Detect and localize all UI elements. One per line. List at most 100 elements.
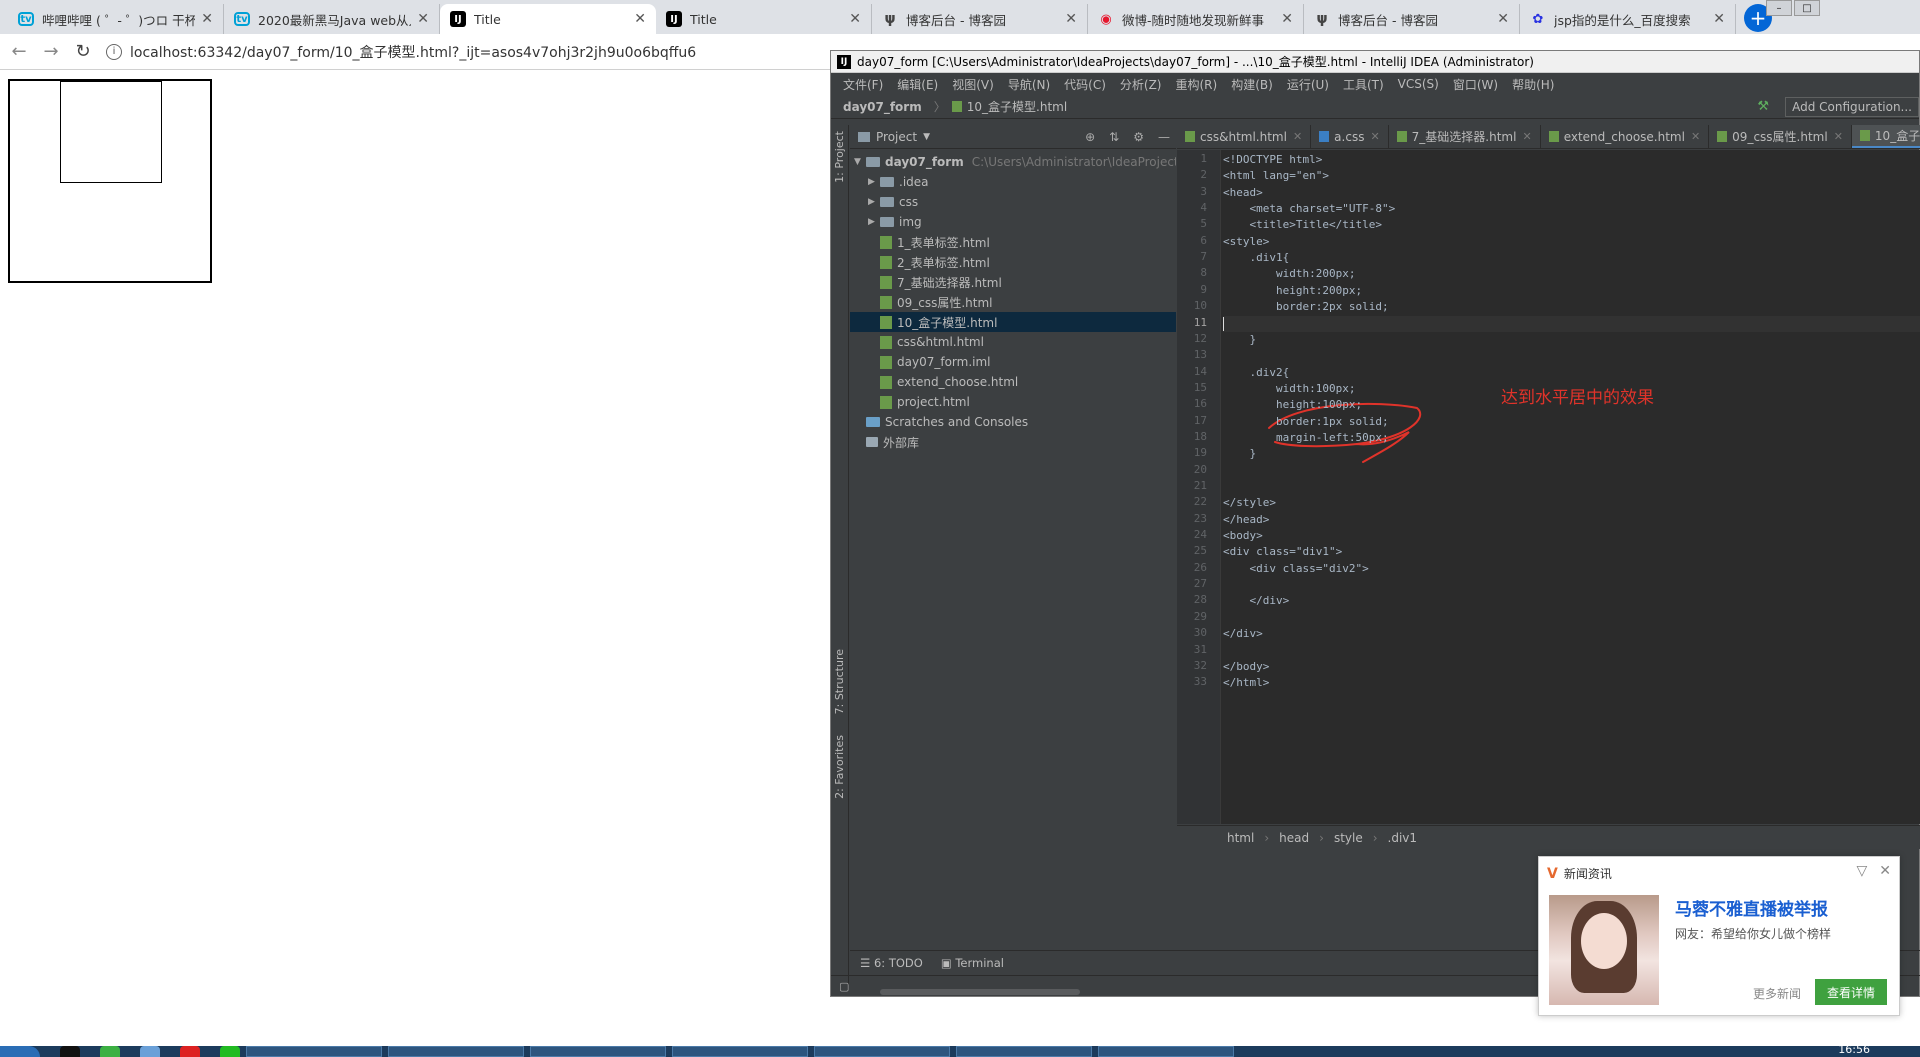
- tree-item[interactable]: ▶ .idea: [850, 172, 1176, 192]
- taskbar-window[interactable]: [956, 1046, 1092, 1057]
- close-tab-icon[interactable]: ✕: [1713, 11, 1725, 27]
- tree-item[interactable]: ▼ day07_form C:\Users\Administrator\IdeaPr…: [850, 152, 1176, 172]
- taskbar-window[interactable]: [246, 1046, 382, 1057]
- menu-item[interactable]: 文件(F): [843, 76, 883, 93]
- close-tab-icon[interactable]: ✕: [634, 11, 646, 27]
- tree-arrow-icon[interactable]: ▶: [868, 177, 880, 187]
- menu-item[interactable]: 帮助(H): [1512, 76, 1554, 93]
- back-button[interactable]: ←: [6, 39, 32, 65]
- favorites-tool-tab[interactable]: 2: Favorites: [833, 735, 846, 799]
- info-icon[interactable]: i: [106, 43, 122, 60]
- tree-item[interactable]: 1_表单标签.html: [850, 232, 1176, 252]
- nav-project[interactable]: day07_form: [843, 100, 922, 114]
- close-tab-icon[interactable]: ✕: [1281, 11, 1293, 27]
- tree-item[interactable]: day07_form.iml: [850, 352, 1176, 372]
- app-icon[interactable]: [140, 1046, 160, 1057]
- tree-arrow-icon[interactable]: ▶: [868, 217, 880, 227]
- tree-item[interactable]: project.html: [850, 392, 1176, 412]
- tree-item[interactable]: extend_choose.html: [850, 372, 1176, 392]
- close-tab-icon[interactable]: ✕: [417, 11, 429, 27]
- app-icon-red[interactable]: [180, 1046, 200, 1057]
- taskbar-window[interactable]: [388, 1046, 524, 1057]
- editor-tab[interactable]: extend_choose.html ✕: [1541, 125, 1710, 148]
- code-line[interactable]: width:100px;: [1223, 381, 1920, 397]
- tree-item[interactable]: 7_基础选择器.html: [850, 272, 1176, 292]
- locate-icon[interactable]: ⊕: [1085, 130, 1095, 144]
- browser-tab[interactable]: ψ 博客后台 - 博客园 ✕: [872, 4, 1088, 34]
- gear-icon[interactable]: ⚙: [1133, 130, 1144, 144]
- taskbar-window[interactable]: [814, 1046, 950, 1057]
- code-line[interactable]: height:200px;: [1223, 283, 1920, 299]
- taskbar-window[interactable]: [530, 1046, 666, 1057]
- maximize-button[interactable]: □: [1794, 0, 1820, 16]
- close-tab-icon[interactable]: ✕: [1497, 11, 1509, 27]
- close-tab-icon[interactable]: ✕: [1834, 130, 1843, 143]
- project-panel-title[interactable]: Project: [876, 130, 917, 144]
- tree-item[interactable]: Scratches and Consoles: [850, 412, 1176, 432]
- code-line[interactable]: border:2px solid;: [1223, 299, 1920, 315]
- collapse-popup-icon[interactable]: ▽: [1856, 863, 1867, 879]
- menu-item[interactable]: 运行(U): [1287, 76, 1329, 93]
- tree-arrow-icon[interactable]: ▶: [868, 197, 880, 207]
- todo-tool-tab[interactable]: ☰ 6: TODO: [860, 956, 923, 970]
- project-tool-tab[interactable]: 1: Project: [833, 131, 846, 183]
- menu-item[interactable]: 窗口(W): [1453, 76, 1498, 93]
- start-button[interactable]: [0, 1046, 40, 1057]
- close-tab-icon[interactable]: ✕: [849, 11, 861, 27]
- build-hammer-icon[interactable]: ⚒: [1757, 99, 1769, 114]
- code-line[interactable]: [1223, 315, 1920, 332]
- taskbar-window[interactable]: [1098, 1046, 1234, 1057]
- code-line[interactable]: <body>: [1223, 528, 1920, 544]
- close-tab-icon[interactable]: ✕: [1370, 130, 1379, 143]
- code-line[interactable]: <meta charset="UTF-8">: [1223, 201, 1920, 217]
- news-title-link[interactable]: 马蓉不雅直播被举报: [1675, 895, 1828, 920]
- browser-tab[interactable]: IJ Title ✕: [656, 4, 872, 34]
- browser-tab[interactable]: IJ Title ✕: [440, 4, 656, 34]
- collapse-icon[interactable]: ⇅: [1109, 130, 1119, 144]
- browser-tab[interactable]: tv 2020最新黑马Java web从入门 ✕: [224, 4, 440, 34]
- code-line[interactable]: .div1{: [1223, 250, 1920, 266]
- url-field[interactable]: i localhost:63342/day07_form/10_盒子模型.htm…: [106, 38, 806, 66]
- menu-item[interactable]: VCS(S): [1398, 77, 1439, 91]
- layout-icon[interactable]: ▢: [839, 980, 849, 993]
- menu-item[interactable]: 分析(Z): [1120, 76, 1162, 93]
- editor-tab[interactable]: a.css ✕: [1311, 125, 1389, 148]
- editor-breadcrumb-item[interactable]: html: [1227, 831, 1254, 845]
- code-line[interactable]: [1223, 643, 1920, 659]
- code-line[interactable]: <div class="div1">: [1223, 544, 1920, 560]
- close-tab-icon[interactable]: ✕: [201, 11, 213, 27]
- chevron-down-icon[interactable]: ▼: [923, 132, 930, 142]
- tree-item[interactable]: 10_盒子模型.html: [850, 312, 1176, 332]
- tree-item[interactable]: 09_css属性.html: [850, 292, 1176, 312]
- add-configuration-button[interactable]: Add Configuration...: [1785, 97, 1919, 117]
- editor-tab[interactable]: css&html.html ✕: [1177, 125, 1312, 148]
- close-tab-icon[interactable]: ✕: [1293, 130, 1302, 143]
- code-line[interactable]: </head>: [1223, 512, 1920, 528]
- browser-tab[interactable]: ψ 博客后台 - 博客园 ✕: [1304, 4, 1520, 34]
- tree-item[interactable]: ▶ img: [850, 212, 1176, 232]
- menu-item[interactable]: 编辑(E): [897, 76, 938, 93]
- editor-breadcrumb-item[interactable]: .div1: [1388, 831, 1418, 845]
- code-editor[interactable]: 1 2 3 4 5 6 7 8 9 10 11 12 13 14 15 16 17 18 19 20 21 22 23 24 2…: [1177, 150, 1920, 824]
- code-line[interactable]: <div class="div2">: [1223, 561, 1920, 577]
- browser-tab[interactable]: tv 哔哩哔哩 ( ゜- ゜)つロ 干杯~ ✕: [8, 4, 224, 34]
- code-line[interactable]: <title>Title</title>: [1223, 217, 1920, 233]
- close-icon[interactable]: ✕: [1879, 863, 1891, 879]
- minimize-button[interactable]: –: [1766, 0, 1792, 16]
- code-line[interactable]: [1223, 577, 1920, 593]
- tree-item[interactable]: 2_表单标签.html: [850, 252, 1176, 272]
- news-thumbnail[interactable]: [1549, 895, 1659, 1005]
- forward-button[interactable]: →: [38, 39, 64, 65]
- editor-tab[interactable]: 7_基础选择器.html ✕: [1389, 125, 1541, 148]
- view-details-button[interactable]: 查看详情: [1815, 979, 1887, 1005]
- editor-breadcrumb-item[interactable]: head: [1279, 831, 1309, 845]
- wechat-icon[interactable]: [100, 1046, 120, 1057]
- app-icon-green[interactable]: [220, 1046, 240, 1057]
- code-line[interactable]: border:1px solid;: [1223, 414, 1920, 430]
- close-tab-icon[interactable]: ✕: [1691, 130, 1700, 143]
- code-line[interactable]: }: [1223, 446, 1920, 462]
- editor-tab[interactable]: 10_盒子模: [1851, 125, 1920, 148]
- menu-item[interactable]: 代码(C): [1064, 76, 1106, 93]
- editor-tab[interactable]: 09_css属性.html ✕: [1709, 125, 1852, 148]
- tree-item[interactable]: ▶ css: [850, 192, 1176, 212]
